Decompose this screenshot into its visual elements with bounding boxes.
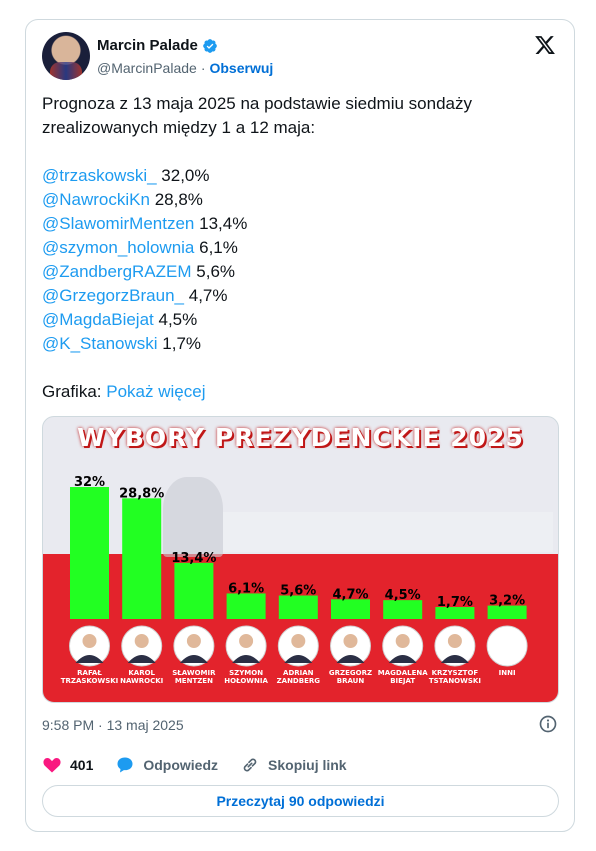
mention-value: 4,5% xyxy=(158,310,198,329)
candidate-name-label: HOŁOWNIA xyxy=(224,677,268,685)
copy-link-button[interactable]: Skopiuj link xyxy=(240,755,347,775)
reply-button[interactable]: Odpowiedz xyxy=(115,755,218,775)
mention-value: 32,0% xyxy=(161,166,210,185)
candidate-name-label: KRZYSZTOF xyxy=(432,669,479,677)
mention-list: @trzaskowski_ 32,0% @NawrockiKn 28,8% @S… xyxy=(42,164,562,356)
candidate-photo xyxy=(486,625,528,667)
author-name-row: Marcin Palade xyxy=(97,37,218,54)
heart-icon xyxy=(43,758,61,773)
read-replies-button[interactable]: Przeczytaj 90 odpowiedzi xyxy=(42,785,559,817)
candidate-name-label: TRZASKOWSKI xyxy=(61,677,119,685)
mention-link[interactable]: @GrzegorzBraun_ xyxy=(42,286,184,305)
bar-value-label: 4,7% xyxy=(332,587,368,602)
candidate-face xyxy=(239,634,254,648)
reply-label: Odpowiedz xyxy=(143,757,219,773)
tweet-intro: Prognoza z 13 maja 2025 na podstawie sie… xyxy=(42,94,472,137)
candidate-name-label: INNI xyxy=(499,669,516,677)
mention-line: @GrzegorzBraun_ 4,7% xyxy=(42,284,562,308)
candidate-face xyxy=(291,634,306,648)
chart-bar xyxy=(226,593,266,619)
mention-link[interactable]: @trzaskowski_ xyxy=(42,166,157,185)
reply-bubble-icon xyxy=(117,757,133,773)
tweet-timestamp[interactable]: 9:58 PM · 13 maj 2025 xyxy=(42,717,184,733)
avatar[interactable] xyxy=(42,32,90,80)
candidate-name-label: SZYMON xyxy=(229,669,263,677)
verified-badge-icon xyxy=(203,38,217,53)
candidate-name-label: MAGDALENA xyxy=(378,669,428,677)
separator-dot: · xyxy=(200,60,206,76)
mention-link[interactable]: @NawrockiKn xyxy=(42,190,150,209)
mention-link[interactable]: @ZandbergRAZEM xyxy=(42,262,192,281)
mention-link[interactable]: @MagdaBiejat xyxy=(42,310,154,329)
link-icon xyxy=(243,758,257,772)
follow-button[interactable]: Obserwuj xyxy=(209,60,273,76)
candidate-name-label: GRZEGORZ xyxy=(329,669,372,677)
tweet-card: Marcin Palade @MarcinPalade · Obserwuj P… xyxy=(25,19,575,832)
chart-bar xyxy=(122,498,162,619)
candidate-face xyxy=(134,634,149,648)
copy-link-label: Skopiuj link xyxy=(268,757,347,773)
candidate-name-label: MENTZEN xyxy=(175,677,213,685)
mention-line: @K_Stanowski 1,7% xyxy=(42,332,562,356)
author-handle[interactable]: @MarcinPalade xyxy=(97,60,197,76)
bar-value-label: 3,2% xyxy=(489,594,525,609)
mention-link[interactable]: @SlawomirMentzen xyxy=(42,214,194,233)
mention-link[interactable]: @szymon_holownia xyxy=(42,238,194,257)
chart-bar xyxy=(278,595,318,619)
mention-line: @MagdaBiejat 4,5% xyxy=(42,308,562,332)
mention-line: @SlawomirMentzen 13,4% xyxy=(42,212,562,236)
x-logo-icon[interactable] xyxy=(534,34,556,56)
candidate-name-label: RAFAŁ xyxy=(77,669,102,677)
bar-value-label: 32% xyxy=(74,475,105,490)
mention-value: 6,1% xyxy=(199,238,238,257)
mention-line: @NawrockiKn 28,8% xyxy=(42,188,562,212)
candidate-name-label: BRAUN xyxy=(337,677,365,685)
candidate-name-label: ADRIAN xyxy=(283,669,314,677)
info-icon[interactable] xyxy=(538,714,558,734)
candidate-name-label: BIEJAT xyxy=(390,677,415,685)
like-button[interactable]: 401 xyxy=(42,755,93,775)
mention-line: @ZandbergRAZEM 5,6% xyxy=(42,260,562,284)
chart-bar xyxy=(174,562,214,619)
candidate-face xyxy=(395,634,410,648)
bar-value-label: 13,4% xyxy=(171,551,216,566)
bar-value-label: 6,1% xyxy=(228,581,264,596)
action-bar: 401 Odpowiedz Skopiuj link xyxy=(42,755,369,775)
candidate-face xyxy=(82,634,97,648)
mention-line: @trzaskowski_ 32,0% xyxy=(42,164,562,188)
candidate-face xyxy=(447,634,462,648)
graphic-line: Grafika: Pokaż więcej xyxy=(42,380,562,404)
tweet-text: Prognoza z 13 maja 2025 na podstawie sie… xyxy=(42,92,562,428)
author-sub-row: @MarcinPalade · Obserwuj xyxy=(97,60,273,76)
bar-chart: 32% RAFAŁTRZASKOWSKI 28,8% KAROLNAWROCKI 13,… xyxy=(61,475,528,685)
bar-value-label: 1,7% xyxy=(437,595,473,610)
show-more-link[interactable]: Pokaż więcej xyxy=(106,382,205,401)
candidate-name-label: ZANDBERG xyxy=(277,677,321,685)
mention-line: @szymon_holownia 6,1% xyxy=(42,236,562,260)
candidate-name-label: TSTANOWSKI xyxy=(429,677,481,685)
author-display-name[interactable]: Marcin Palade xyxy=(97,37,198,54)
mention-value: 13,4% xyxy=(199,214,248,233)
candidate-face xyxy=(186,634,201,648)
candidate-name-label: KAROL xyxy=(128,669,155,677)
chart-bar xyxy=(70,487,109,619)
bar-value-label: 5,6% xyxy=(280,584,316,599)
bar-value-label: 4,5% xyxy=(385,588,421,603)
candidate-face xyxy=(343,634,358,648)
bar-value-label: 28,8% xyxy=(119,486,164,501)
candidate-name-label: SŁAWOMIR xyxy=(172,669,216,677)
mention-value: 1,7% xyxy=(162,334,202,353)
mention-value: 28,8% xyxy=(154,190,203,209)
media-image[interactable]: WYBORY PREZYDENCKIE 2025 32% RAFAŁ TRZASKO… xyxy=(42,416,559,703)
candidate-name-label: NAWROCKI xyxy=(120,677,163,685)
mention-link[interactable]: @K_Stanowski xyxy=(42,334,158,353)
mention-value: 5,6% xyxy=(196,262,236,281)
graphic-label: Grafika: xyxy=(42,382,102,401)
like-count: 401 xyxy=(70,757,94,773)
mention-value: 4,7% xyxy=(188,286,228,305)
